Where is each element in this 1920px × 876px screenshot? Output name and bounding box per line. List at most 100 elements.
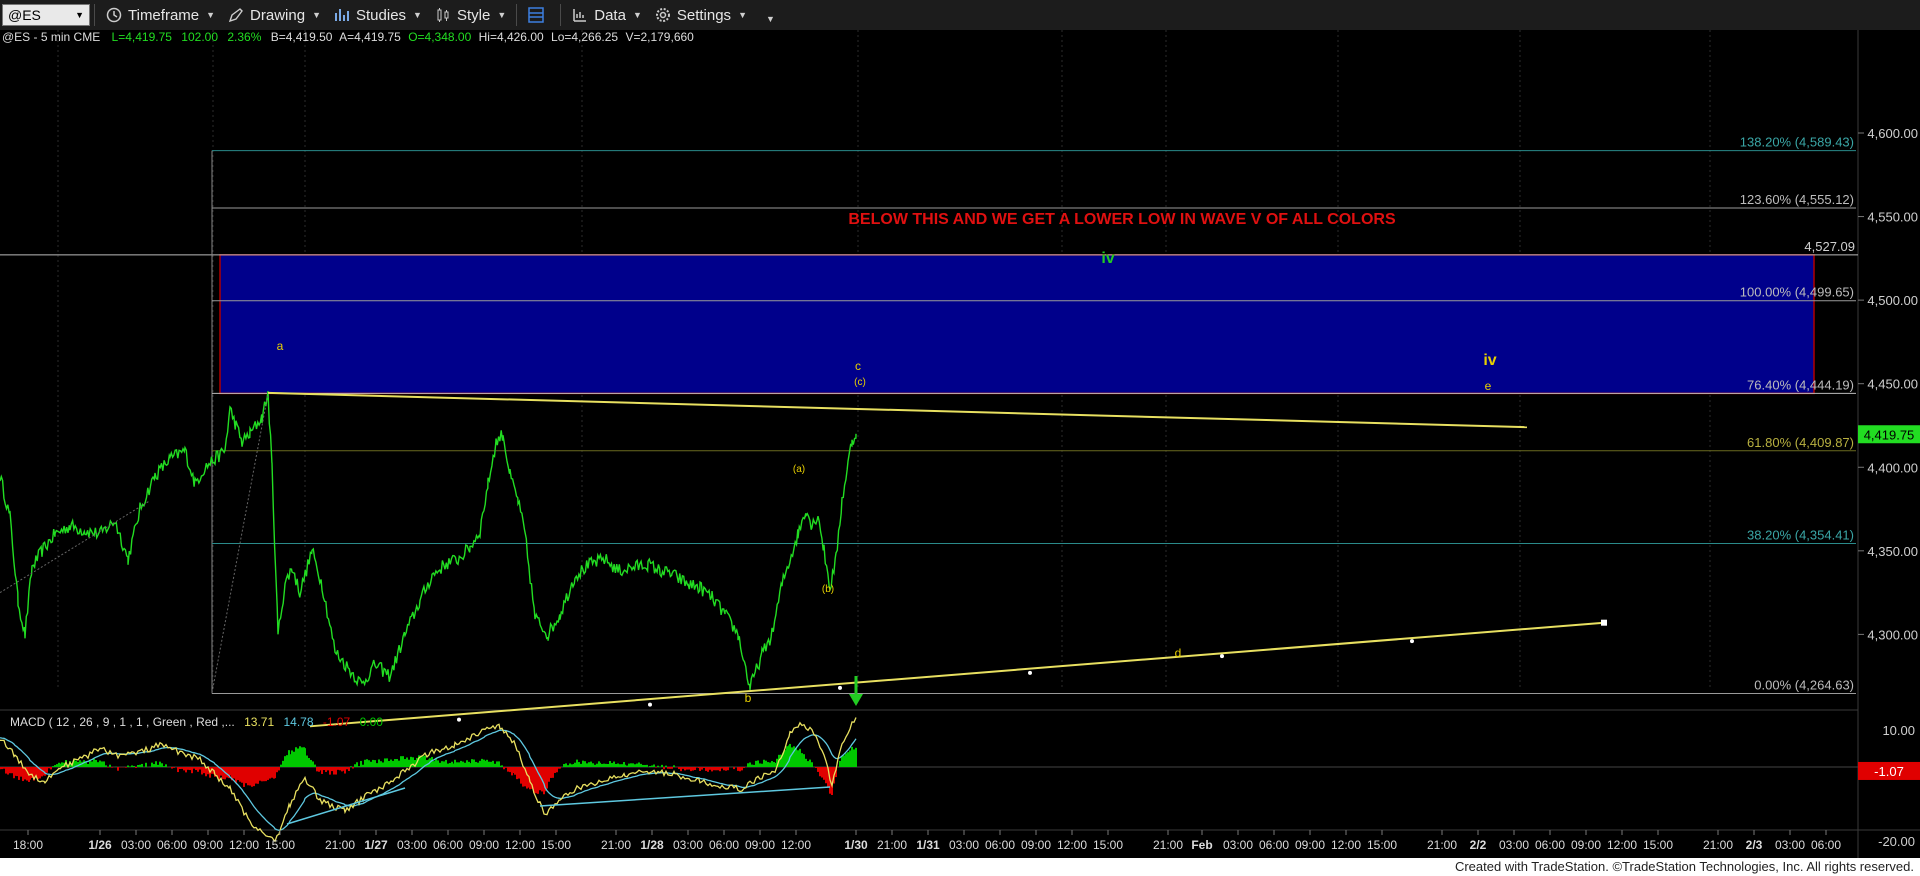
wave-label-b: b [745, 691, 752, 705]
chevron-down-icon: ▼ [738, 10, 747, 20]
time-tick-label: 12:00 [781, 838, 811, 852]
layout-icon [528, 7, 544, 23]
studies-button[interactable]: Studies ▼ [327, 3, 428, 27]
symbol-text: @ES [8, 7, 41, 23]
time-tick-label: 03:00 [949, 838, 979, 852]
low-info: Lo=4,266.25 [551, 30, 618, 44]
time-tick-label: 2/3 [1746, 838, 1763, 852]
time-tick-label: 15:00 [1367, 838, 1397, 852]
time-tick-label: 12:00 [1331, 838, 1361, 852]
chevron-down-icon: ▼ [765, 14, 775, 24]
time-tick-label: 06:00 [1535, 838, 1565, 852]
time-tick-label: 21:00 [877, 838, 907, 852]
layout-button[interactable] [521, 3, 556, 27]
wave-label-iv-green: iv [1101, 250, 1114, 267]
time-tick-label: 15:00 [265, 838, 295, 852]
price-tick-label: 4,600.00 [1867, 126, 1918, 141]
last-price-info: L=4,419.75 [112, 30, 173, 44]
time-tick-label: 1/31 [916, 838, 940, 852]
time-tick-label: 06:00 [709, 838, 739, 852]
diff-value: -1.07 [323, 715, 351, 729]
time-tick-label: 09:00 [193, 838, 223, 852]
trendline-point [648, 702, 652, 707]
time-tick-label: 12:00 [1057, 838, 1087, 852]
separator [94, 4, 95, 26]
timeframe-button[interactable]: Timeframe ▼ [99, 3, 221, 27]
time-tick-label: 1/27 [364, 838, 388, 852]
wave-label-b-paren: (b) [822, 584, 834, 595]
wave-label-a: a [277, 339, 284, 353]
macd-value-badge-label: -1.07 [1874, 764, 1904, 779]
time-tick-label: 15:00 [541, 838, 571, 852]
chevron-down-icon: ▼ [632, 10, 642, 20]
separator [560, 4, 562, 26]
time-tick-label: 03:00 [673, 838, 703, 852]
time-tick-label: 18:00 [13, 838, 43, 852]
wave-label-e: e [1485, 379, 1492, 393]
time-tick-label: 09:00 [1295, 838, 1325, 852]
symbol-input[interactable]: @ES ▼ [2, 4, 90, 26]
wave-label-a-paren: (a) [793, 464, 805, 475]
price-tick-label: 4,450.00 [1867, 377, 1918, 392]
time-tick-label: 21:00 [601, 838, 631, 852]
data-button[interactable]: Data ▼ [565, 3, 648, 27]
time-tick-label: 06:00 [985, 838, 1015, 852]
time-tick-label: 12:00 [1607, 838, 1637, 852]
time-tick-label: 03:00 [121, 838, 151, 852]
chevron-down-icon: ▼ [497, 10, 507, 20]
macd-axis-label: 10.00 [1882, 723, 1915, 738]
last-price-label: 4,419.75 [1864, 427, 1915, 442]
settings-button[interactable]: Settings ▼ [648, 3, 753, 27]
time-tick-label: 12:00 [229, 838, 259, 852]
pencil-icon [228, 8, 243, 23]
wave-label-iv-yellow: iv [1483, 352, 1496, 369]
bid-info: B=4,419.50 [271, 30, 333, 44]
toolbar: @ES ▼ Timeframe ▼ Drawing ▼ Studies ▼ St… [0, 0, 1920, 31]
zero-value: 0.00 [360, 715, 384, 729]
time-tick-label: 06:00 [157, 838, 187, 852]
time-tick-label: Feb [1191, 838, 1212, 852]
fib-label: 61.80% (4,409.87) [1747, 435, 1854, 450]
time-tick-label: 03:00 [1499, 838, 1529, 852]
price-tick-label: 4,550.00 [1867, 210, 1918, 225]
symbol-info: @ES - 5 min CME [2, 30, 100, 44]
chevron-down-icon[interactable]: ▼ [75, 10, 84, 20]
resistance-box [219, 254, 1815, 395]
settings-label: Settings [676, 6, 732, 24]
drawing-button[interactable]: Drawing ▼ [221, 3, 327, 27]
clock-icon [106, 7, 122, 23]
price-chart[interactable]: 4,527.09 138.20% (4,589.43) 123.60% (4,55… [0, 30, 1920, 858]
time-tick-label: 03:00 [397, 838, 427, 852]
wave-label-d: d [1175, 646, 1182, 660]
footer: Created with TradeStation. ©TradeStation… [0, 858, 1920, 876]
timeframe-label: Timeframe [128, 6, 200, 24]
time-tick-label: 03:00 [1223, 838, 1253, 852]
time-tick-label: 21:00 [325, 838, 355, 852]
price-tick-label: 4,300.00 [1867, 627, 1918, 642]
wave-label-c-paren: (c) [854, 377, 866, 388]
trendline-point [457, 717, 461, 722]
ask-info: A=4,419.75 [339, 30, 401, 44]
fib-label: 38.20% (4,354.41) [1747, 527, 1854, 542]
style-button[interactable]: Style ▼ [428, 3, 512, 27]
time-tick-label: 06:00 [1259, 838, 1289, 852]
trendline-point [1410, 639, 1414, 644]
chevron-down-icon: ▼ [206, 10, 216, 20]
time-tick-label: 06:00 [433, 838, 463, 852]
fib-label: 0.00% (4,264.63) [1754, 678, 1854, 693]
time-tick-label: 09:00 [1021, 838, 1051, 852]
time-tick-label: 09:00 [745, 838, 775, 852]
price-tick-label: 4,500.00 [1867, 293, 1918, 308]
studies-label: Studies [356, 6, 407, 24]
style-label: Style [456, 6, 491, 24]
data-icon [573, 9, 587, 22]
open-info: O=4,348.00 [408, 30, 471, 44]
banner-annotation: BELOW THIS AND WE GET A LOWER LOW IN WAV… [848, 211, 1396, 228]
resistance-zone: 4,527.09 [0, 239, 1858, 395]
trendline-point [1220, 654, 1224, 659]
more-button[interactable]: ▼ [753, 3, 781, 27]
change-info: 102.00 [181, 30, 218, 44]
time-tick-label: 2/2 [1470, 838, 1487, 852]
chart-background [0, 30, 1920, 858]
macd-header: MACD ( 12 , 26 , 9 , 1 , 1 , Green , Red… [10, 715, 383, 729]
